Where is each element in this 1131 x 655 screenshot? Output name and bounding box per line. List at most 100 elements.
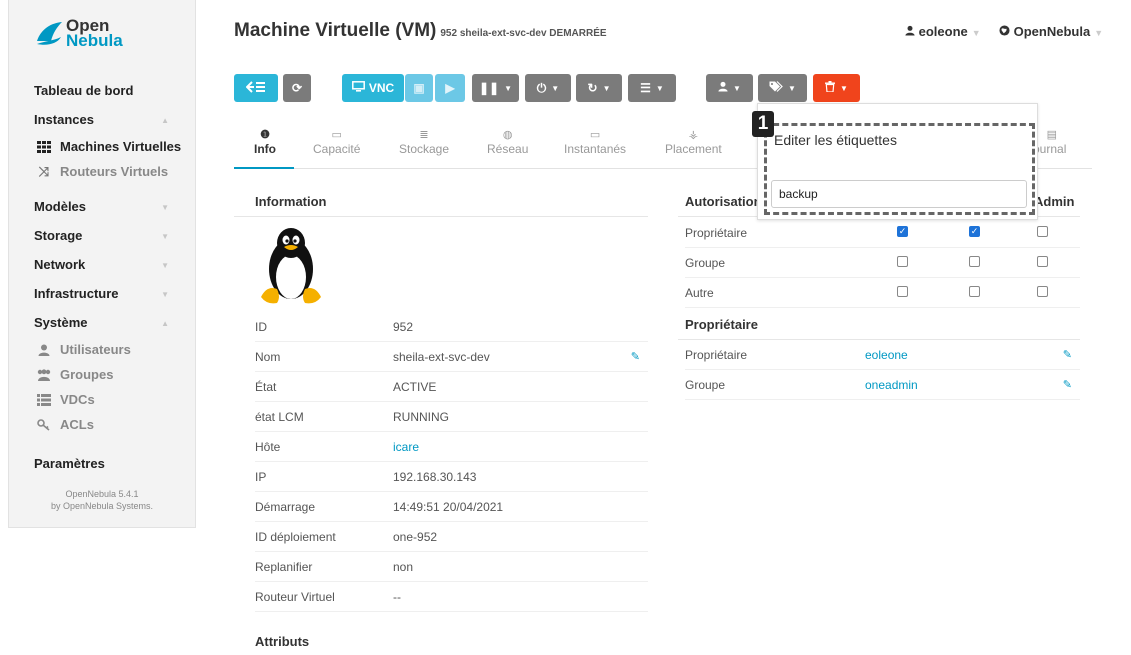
back-button[interactable] — [234, 74, 278, 102]
info-row: ID déploiement one-952 — [255, 522, 648, 552]
sidebar-item-storage[interactable]: Storage ▼ — [9, 221, 195, 250]
sidebar-item-label: Infrastructure — [34, 286, 119, 301]
info-row-value: 192.168.30.143 — [393, 470, 477, 484]
save-disabled-button[interactable]: ▣ — [405, 74, 433, 102]
tab-snapshots[interactable]: ▭ Instantanés — [564, 129, 627, 157]
tab-label: Journal — [1036, 142, 1067, 156]
sidebar-item-instances[interactable]: Instances ▲ — [9, 105, 195, 134]
save-icon: ▣ — [413, 81, 425, 95]
permission-row-label: Propriétaire — [685, 226, 748, 240]
key-icon — [35, 418, 53, 431]
info-row: IP 192.168.30.143 — [255, 462, 648, 492]
sidebar-item-label: VDCs — [60, 392, 95, 407]
power-menu-button[interactable]: ⏻ ▼ — [525, 74, 571, 102]
sidebar-item-network[interactable]: Network ▼ — [9, 250, 195, 279]
globe-icon: ◍ — [502, 129, 513, 141]
list-menu-button[interactable]: ☰ ▼ — [628, 74, 676, 102]
info-row-value: one-952 — [393, 530, 438, 544]
back-list-icon — [245, 80, 266, 96]
logo-text-nebula: Nebula — [66, 31, 123, 50]
sidebar-item-system[interactable]: Système ▲ — [9, 308, 195, 337]
info-row: Replanifier non — [255, 552, 648, 582]
permission-manage-checkbox[interactable]: ✓ — [969, 226, 980, 237]
sidebar-item-acls[interactable]: ACLs — [9, 412, 195, 437]
tab-label: Placement — [665, 142, 722, 156]
permission-admin-checkbox[interactable] — [1037, 226, 1048, 237]
tab-info[interactable]: ❶ Info — [254, 129, 276, 157]
info-row: Routeur Virtuel -- — [255, 582, 648, 612]
tab-label: Stockage — [399, 142, 450, 156]
owner-menu-button[interactable]: ▼ — [706, 74, 753, 102]
info-row-label: Démarrage — [255, 500, 316, 514]
tags-icon — [769, 81, 783, 95]
sitemap-icon: ⚶ — [688, 129, 699, 141]
sidebar-item-groups[interactable]: Groupes — [9, 362, 195, 387]
info-icon: ❶ — [260, 129, 270, 141]
tab-network[interactable]: ◍ Réseau — [487, 129, 528, 157]
owner-link[interactable]: eoleone — [865, 348, 908, 362]
sidebar-item-vdcs[interactable]: VDCs — [9, 387, 195, 412]
info-row-label: Nom — [255, 350, 281, 364]
trash-icon — [825, 81, 836, 95]
chevron-down-icon: ▼ — [971, 28, 981, 38]
reboot-icon: ↻ — [587, 81, 598, 95]
pause-icon: ❚❚ — [478, 81, 500, 95]
permission-use-checkbox[interactable] — [897, 256, 908, 267]
user-menu[interactable]: eoleone ▼ — [905, 24, 981, 39]
user-icon — [718, 81, 728, 95]
grid-icon — [35, 140, 53, 153]
sidebar-item-templates[interactable]: Modèles ▼ — [9, 192, 195, 221]
permission-use-checkbox[interactable]: ✓ — [897, 226, 908, 237]
group-link[interactable]: oneadmin — [865, 378, 918, 392]
labels-menu-button[interactable]: ▼ — [758, 74, 807, 102]
permission-row: Groupe — [685, 248, 1080, 278]
sidebar-item-users[interactable]: Utilisateurs — [9, 337, 195, 362]
permission-manage-checkbox[interactable] — [969, 286, 980, 297]
zone-menu[interactable]: OpenNebula ▼ — [999, 24, 1103, 39]
edit-icon[interactable]: ✎ — [631, 350, 640, 363]
vnc-button[interactable]: VNC — [342, 74, 404, 102]
edit-icon[interactable]: ✎ — [1063, 348, 1072, 361]
edit-icon[interactable]: ✎ — [1063, 378, 1072, 391]
reboot-menu-button[interactable]: ↻ ▼ — [576, 74, 622, 102]
logo-mark-icon — [35, 19, 63, 47]
chevron-down-icon: ▼ — [1094, 28, 1104, 38]
info-row: Démarrage 14:49:51 20/04/2021 — [255, 492, 648, 522]
refresh-button[interactable]: ⟳ — [283, 74, 311, 102]
info-row-value[interactable]: icare — [393, 440, 419, 454]
info-row-label: ID déploiement — [255, 530, 336, 544]
info-row-label: état LCM — [255, 410, 304, 424]
opennebula-logo[interactable]: Open Nebula — [35, 16, 123, 50]
permission-admin-checkbox[interactable] — [1037, 286, 1048, 297]
sidebar-item-vms[interactable]: Machines Virtuelles — [9, 134, 195, 159]
permission-row: Propriétaire ✓ ✓ — [685, 218, 1080, 248]
laptop-icon: ▭ — [589, 129, 601, 141]
sidebar-item-label: Groupes — [60, 367, 114, 382]
play-disabled-button[interactable]: ▶ — [435, 74, 465, 102]
chevron-up-icon: ▲ — [161, 319, 169, 328]
permission-use-checkbox[interactable] — [897, 286, 908, 297]
attributes-section-title: Attributs — [255, 634, 310, 649]
permission-manage-checkbox[interactable] — [969, 256, 980, 267]
tab-label: Instantanés — [564, 142, 627, 156]
sidebar-item-infrastructure[interactable]: Infrastructure ▼ — [9, 279, 195, 308]
owner-label: Propriétaire — [685, 348, 748, 362]
pause-menu-button[interactable]: ❚❚ ▼ — [472, 74, 519, 102]
permission-admin-checkbox[interactable] — [1037, 256, 1048, 267]
tab-capacity[interactable]: ▭ Capacité — [313, 130, 360, 157]
tab-log[interactable]: ▤ Journal — [1036, 130, 1076, 156]
sidebar-item-settings[interactable]: Paramètres — [9, 449, 195, 478]
info-row-label: IP — [255, 470, 267, 484]
delete-menu-button[interactable]: ▼ — [813, 74, 860, 102]
user-name: eoleone — [918, 24, 968, 39]
sidebar-item-dashboard[interactable]: Tableau de bord — [9, 76, 195, 105]
tab-placement[interactable]: ⚶ Placement — [665, 129, 722, 157]
tab-storage[interactable]: ≣ Stockage — [399, 130, 450, 157]
chevron-up-icon: ▲ — [161, 116, 169, 125]
info-section-title: Information — [255, 194, 327, 209]
chevron-down-icon: ▼ — [161, 232, 169, 241]
info-row-label: Hôte — [255, 440, 281, 454]
sidebar-item-vrouters[interactable]: ⤨ Routeurs Virtuels — [9, 159, 195, 184]
info-row-value: 14:49:51 20/04/2021 — [393, 500, 504, 514]
sidebar-item-label: Système — [34, 315, 88, 330]
